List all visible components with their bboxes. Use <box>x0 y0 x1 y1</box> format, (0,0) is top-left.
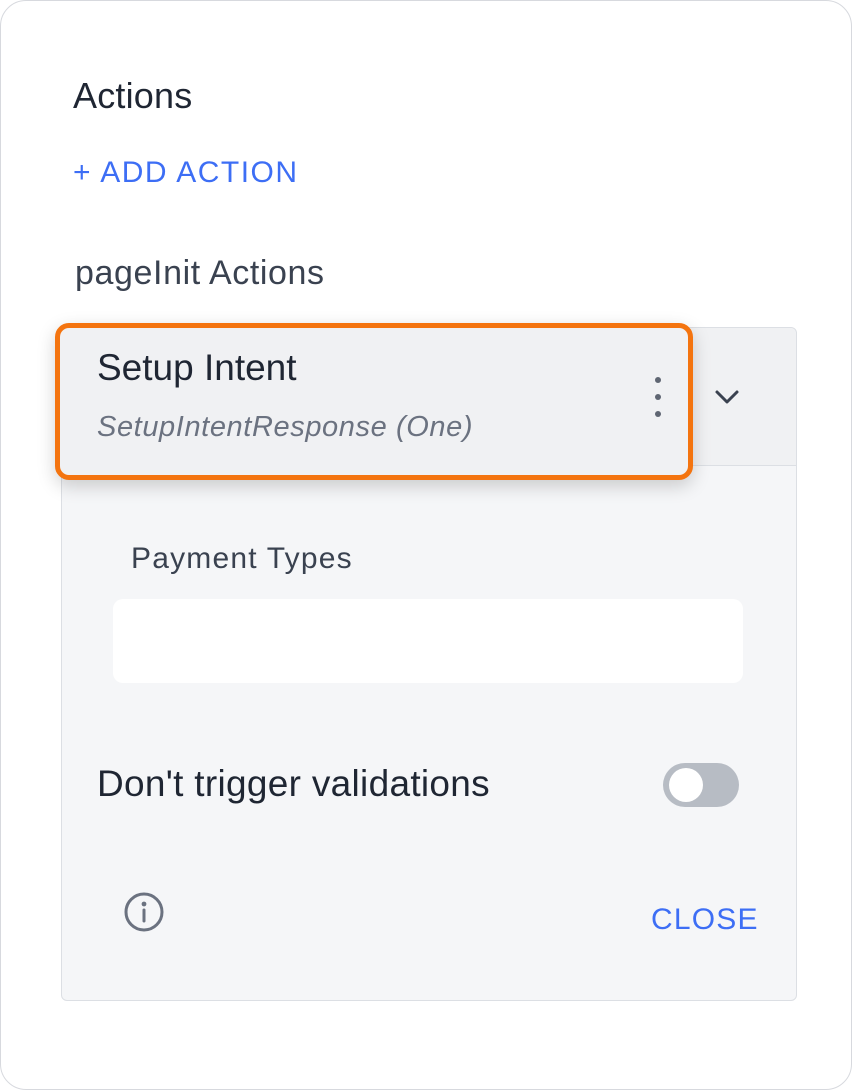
actions-panel: Actions + ADD ACTION pageInit Actions Se… <box>0 0 852 1090</box>
toggle-knob <box>669 768 703 802</box>
info-icon[interactable] <box>123 891 165 933</box>
chevron-down-icon[interactable] <box>709 379 745 415</box>
action-name[interactable]: Setup Intent <box>97 347 297 389</box>
add-action-button[interactable]: + ADD ACTION <box>73 156 299 190</box>
action-subtitle: SetupIntentResponse (One) <box>97 411 474 443</box>
payment-types-label: Payment Types <box>131 542 353 575</box>
close-button[interactable]: CLOSE <box>651 903 759 937</box>
payment-types-input[interactable] <box>113 599 743 683</box>
group-title: pageInit Actions <box>75 254 325 292</box>
dont-trigger-validations-toggle[interactable] <box>663 763 739 807</box>
more-vertical-icon[interactable] <box>649 375 667 419</box>
toggle-label: Don't trigger validations <box>97 763 490 804</box>
panel-title: Actions <box>73 75 193 116</box>
